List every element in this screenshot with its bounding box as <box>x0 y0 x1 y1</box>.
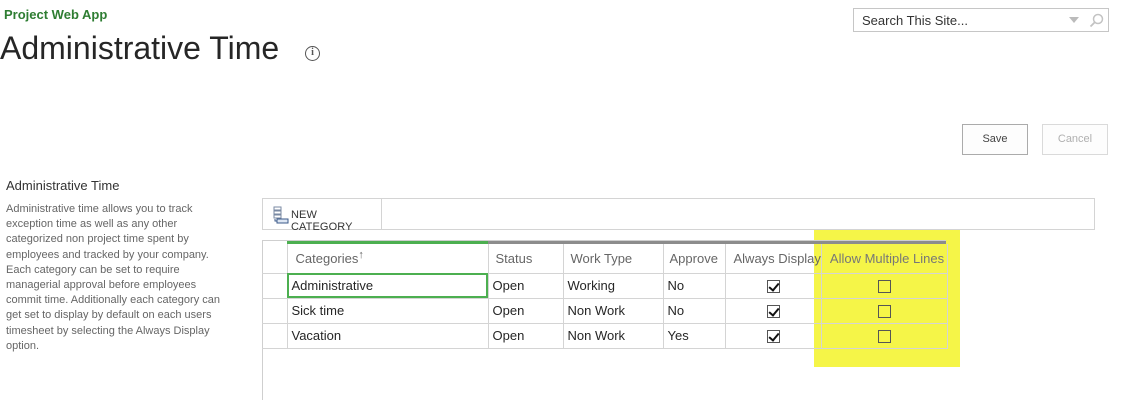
work-type-cell[interactable]: Working <box>563 273 664 299</box>
always-display-checkbox[interactable] <box>766 305 780 319</box>
col-header-work-type[interactable]: Work Type <box>563 244 664 274</box>
allow-multiple-lines-cell <box>821 323 948 349</box>
table-row[interactable]: Sick time Open Non Work No <box>262 298 948 324</box>
app-name[interactable]: Project Web App <box>4 7 107 22</box>
approve-cell[interactable]: Yes <box>663 323 726 349</box>
status-cell[interactable]: Open <box>488 323 564 349</box>
allow-multiple-lines-cell <box>821 298 948 324</box>
new-category-button[interactable]: NEW CATEGORY <box>263 199 382 233</box>
grid-toolbar: NEW CATEGORY <box>262 198 1095 233</box>
always-display-checkbox[interactable] <box>766 280 780 294</box>
grid-header-row: Categories↑ Status Work Type Approve Alw… <box>262 244 948 274</box>
work-type-cell[interactable]: Non Work <box>563 323 664 349</box>
row-selector[interactable] <box>262 323 288 349</box>
page-title: Administrative Time <box>0 30 280 66</box>
select-all-column[interactable] <box>262 244 288 274</box>
new-row-icon <box>273 206 291 224</box>
approve-cell[interactable]: No <box>663 298 726 324</box>
always-display-cell <box>725 323 822 349</box>
table-row[interactable]: Vacation Open Non Work Yes <box>262 323 948 349</box>
allow-multiple-lines-checkbox[interactable] <box>877 280 891 294</box>
always-display-cell <box>725 273 822 299</box>
category-cell[interactable]: Vacation <box>287 323 489 349</box>
magnifier-icon[interactable] <box>1088 12 1106 30</box>
search-scope-dropdown-icon[interactable] <box>1069 17 1079 23</box>
col-header-approve[interactable]: Approve <box>663 244 726 274</box>
col-header-categories-label: Categories <box>295 250 359 266</box>
row-selector[interactable] <box>262 298 288 324</box>
table-row[interactable]: Administrative Open Working No <box>262 273 948 299</box>
search-input[interactable] <box>854 9 1064 31</box>
admin-categories-grid: Categories↑ Status Work Type Approve Alw… <box>262 244 948 349</box>
approve-cell[interactable]: No <box>663 273 726 299</box>
cancel-button[interactable]: Cancel <box>1042 124 1108 155</box>
col-header-allow-multiple-lines[interactable]: Allow Multiple Lines <box>821 244 948 274</box>
category-cell[interactable]: Sick time <box>287 298 489 324</box>
allow-multiple-lines-cell <box>821 273 948 299</box>
work-type-cell[interactable]: Non Work <box>563 298 664 324</box>
always-display-cell <box>725 298 822 324</box>
search-box <box>853 8 1109 32</box>
always-display-checkbox[interactable] <box>766 330 780 344</box>
col-header-categories[interactable]: Categories↑ <box>287 244 489 274</box>
save-button[interactable]: Save <box>962 124 1028 155</box>
new-category-label: NEW CATEGORY <box>291 209 353 233</box>
status-cell[interactable]: Open <box>488 273 564 299</box>
status-cell[interactable]: Open <box>488 298 564 324</box>
col-header-status[interactable]: Status <box>488 244 564 274</box>
section-title: Administrative Time <box>6 178 120 193</box>
category-cell[interactable]: Administrative <box>287 273 489 299</box>
info-icon[interactable]: i <box>305 46 320 61</box>
section-description: Administrative time allows you to track … <box>6 203 220 352</box>
row-selector[interactable] <box>262 273 288 299</box>
col-header-always-display[interactable]: Always Display <box>725 244 822 274</box>
allow-multiple-lines-checkbox[interactable] <box>877 305 891 319</box>
sort-ascending-icon: ↑ <box>358 248 364 261</box>
allow-multiple-lines-checkbox[interactable] <box>877 330 891 344</box>
